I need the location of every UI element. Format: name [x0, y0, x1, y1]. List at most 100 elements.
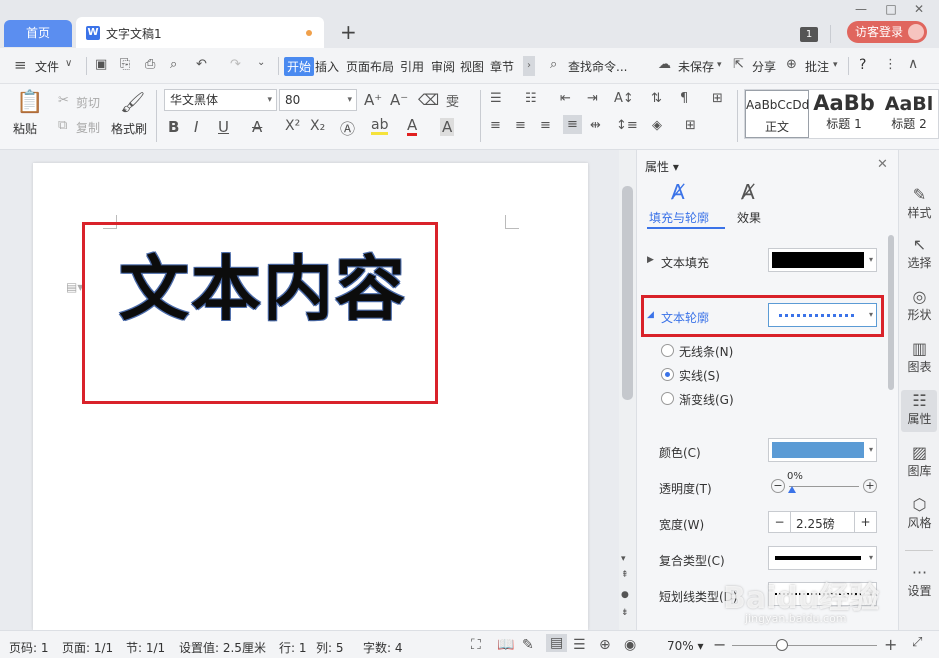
window-count-badge[interactable]: 1 [800, 27, 818, 42]
undo-icon[interactable]: ↶ [196, 57, 207, 72]
tab-fill-outline[interactable]: 填充与轮廓 [649, 209, 709, 226]
status-col[interactable]: 列: 5 [316, 639, 344, 656]
effect-icon[interactable]: Ⱥ [741, 180, 755, 204]
shading-icon[interactable]: ◈ [652, 118, 662, 133]
clear-format-icon[interactable]: ⌫ [418, 91, 439, 109]
zoom-in-icon[interactable]: + [884, 635, 897, 654]
chevron-down-icon[interactable]: ▾ [717, 60, 722, 70]
chevron-down-icon[interactable]: ▾ [833, 60, 838, 70]
style-normal[interactable]: AaBbCcDd 正文 [745, 90, 809, 138]
tab-chapter[interactable]: 章节 [490, 58, 514, 75]
text-effect-icon[interactable]: Ⓐ [340, 118, 355, 139]
increase-indent-icon[interactable]: ⇥ [587, 91, 598, 106]
copy-button[interactable]: 复制 [76, 119, 100, 136]
sort-icon[interactable]: ⇅ [651, 91, 662, 106]
search-icon[interactable]: ⌕ [550, 57, 557, 72]
side-properties-button[interactable]: ☷ 属性 [899, 392, 939, 427]
print-icon[interactable]: ⎙ [145, 57, 155, 72]
distributed-icon[interactable]: ⇹ [590, 118, 601, 133]
side-select-button[interactable]: ↖ 选择 [899, 236, 939, 271]
document-tab[interactable]: W 文字文稿1 [76, 17, 324, 48]
decrease-button[interactable]: − [769, 512, 791, 532]
eye-protect-icon[interactable]: ◉ [624, 637, 636, 653]
command-search-input[interactable]: 查找命令... [568, 58, 627, 75]
zoom-slider[interactable] [732, 645, 877, 646]
redo-icon[interactable]: ↷ [230, 57, 241, 72]
status-page[interactable]: 页码: 1 [9, 639, 49, 656]
chevron-down-icon[interactable]: ⌄ [257, 57, 265, 68]
font-color-icon[interactable]: A [407, 118, 418, 136]
tab-insert[interactable]: 插入 [315, 58, 339, 75]
superscript-icon[interactable]: X² [285, 118, 300, 134]
paste-icon[interactable]: 📋 [16, 90, 43, 115]
read-mode-icon[interactable]: 📖 [497, 637, 514, 653]
panel-title[interactable]: 属性 ▾ [645, 158, 679, 175]
width-stepper[interactable]: − 2.25磅 + [768, 511, 877, 533]
zoom-level[interactable]: 70% ▾ [667, 639, 704, 653]
tab-view[interactable]: 视图 [460, 58, 484, 75]
increase-button[interactable]: + [854, 512, 876, 532]
minimize-button[interactable]: — [853, 2, 869, 16]
vertical-scrollbar[interactable]: ▾ ⇞ ● ⇟ [619, 150, 636, 630]
unsaved-status[interactable]: 未保存 [678, 58, 714, 75]
hamburger-icon[interactable]: ≡ [14, 56, 27, 74]
align-left-icon[interactable]: ≡ [490, 118, 501, 133]
export-icon[interactable]: ⎘ [120, 57, 130, 72]
numbered-list-icon[interactable]: ☷ [525, 91, 537, 106]
status-row[interactable]: 行: 1 [279, 639, 307, 656]
paragraph-handle-icon[interactable]: ▤▾ [66, 280, 83, 294]
expand-icon[interactable]: ▶ [647, 255, 654, 265]
text-fill-select[interactable]: ▾ [768, 248, 877, 272]
tab-page-layout[interactable]: 页面布局 [346, 58, 394, 75]
side-settings-button[interactable]: ··· 设置 [899, 564, 939, 599]
format-painter-icon[interactable]: 🖌 [120, 90, 145, 114]
show-marks-icon[interactable]: ¶ [680, 91, 688, 106]
outline-view-icon[interactable]: ☰ [573, 637, 586, 653]
line-spacing-icon[interactable]: ↕≡ [616, 118, 638, 133]
tab-effect[interactable]: 效果 [737, 209, 761, 226]
align-right-icon[interactable]: ≡ [540, 118, 551, 133]
visitor-login-button[interactable]: 访客登录 [847, 21, 927, 43]
write-mode-icon[interactable]: ✎ [522, 637, 534, 653]
fullscreen-icon[interactable]: ⛶ [471, 637, 481, 653]
fill-outline-icon[interactable]: Ⱥ [671, 180, 685, 204]
cut-button[interactable]: 剪切 [76, 94, 100, 111]
print-preview-icon[interactable]: ⌕ [170, 57, 177, 72]
slider-handle[interactable] [788, 486, 796, 493]
more-icon[interactable]: ⋮ [884, 57, 897, 72]
increase-button[interactable]: + [863, 479, 877, 493]
zoom-out-icon[interactable]: − [713, 635, 726, 654]
tab-references[interactable]: 引用 [400, 58, 424, 75]
page-view-icon[interactable]: ▤ [546, 634, 568, 652]
help-button[interactable]: ? [859, 57, 866, 73]
highlight-icon[interactable]: ab [371, 118, 389, 135]
side-gallery-button[interactable]: ▨ 图库 [899, 444, 939, 479]
strikethrough-icon[interactable]: A [252, 118, 262, 136]
status-section[interactable]: 节: 1/1 [126, 639, 165, 656]
side-style-button[interactable]: ✎ 样式 [899, 186, 939, 221]
maximize-button[interactable]: □ [883, 2, 899, 16]
comment-button[interactable]: 批注 [805, 58, 829, 75]
status-words[interactable]: 字数: 4 [363, 639, 403, 656]
zoom-slider-handle[interactable] [776, 639, 788, 651]
panel-scrollbar[interactable] [888, 235, 894, 390]
more-tabs-button[interactable]: › [523, 56, 535, 76]
format-painter-button[interactable]: 格式刷 [111, 120, 147, 137]
radio-gradient-line[interactable] [661, 392, 674, 405]
outline-color-select[interactable]: ▾ [768, 438, 877, 462]
close-window-button[interactable]: ✕ [911, 2, 927, 16]
font-size-select[interactable]: 80 ▾ [279, 89, 357, 111]
share-button[interactable]: 分享 [752, 58, 776, 75]
italic-icon[interactable]: I [194, 118, 198, 136]
grow-font-icon[interactable]: A⁺ [364, 91, 382, 109]
save-icon[interactable]: ▣ [95, 57, 107, 72]
radio-no-line[interactable] [661, 344, 674, 357]
web-view-icon[interactable]: ⊕ [599, 637, 611, 653]
fit-page-icon[interactable]: ⤢ [912, 635, 922, 650]
file-menu[interactable]: 文件 [35, 58, 59, 75]
prev-page-icon[interactable]: ⇞ [621, 570, 629, 580]
border-icon[interactable]: ⊞ [685, 118, 696, 133]
table-icon[interactable]: ⊞ [712, 91, 723, 106]
close-panel-icon[interactable]: ✕ [877, 157, 888, 172]
side-theme-button[interactable]: ⬡ 风格 [899, 496, 939, 531]
